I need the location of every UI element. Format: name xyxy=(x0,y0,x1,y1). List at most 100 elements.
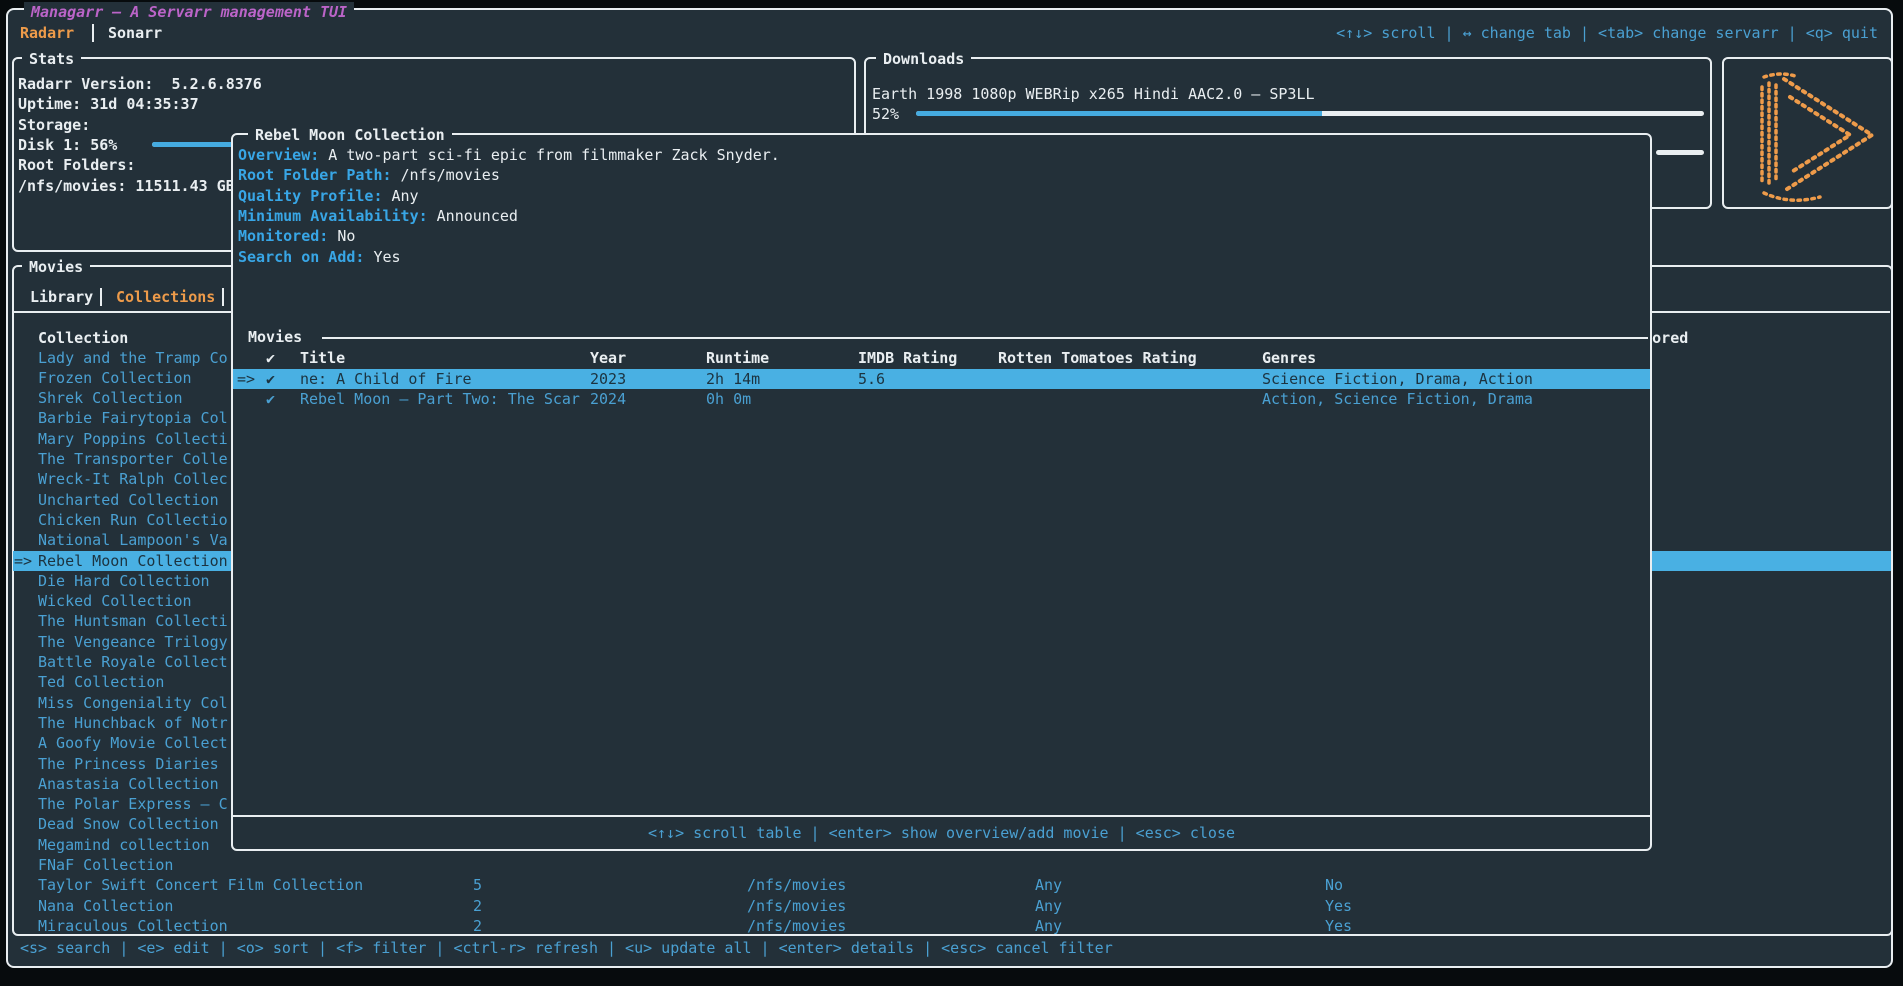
movie-cell: 5.6 xyxy=(858,369,885,389)
stats-storage-label: Storage: xyxy=(18,115,90,135)
modal-keybindings: <↑↓> scroll table | <enter> show overvie… xyxy=(233,823,1650,843)
monitored-value: No xyxy=(337,227,355,245)
modal-root-folder: Root Folder Path: /nfs/movies xyxy=(238,165,500,185)
collection-name: Chicken Run Collectio xyxy=(38,510,228,530)
collection-name: National Lampoon's Va xyxy=(38,530,228,550)
collection-name: Mary Poppins Collecti xyxy=(38,429,228,449)
collection-name: Barbie Fairytopia Col xyxy=(38,408,228,428)
collection-root-folder: /nfs/movies xyxy=(747,875,846,895)
tab-library[interactable]: Library xyxy=(30,287,93,307)
collection-row[interactable]: Nana Collection2/nfs/moviesAnyYes xyxy=(13,896,1891,916)
collection-quality-profile: Any xyxy=(1035,916,1062,936)
tab-collections[interactable]: Collections xyxy=(116,287,215,307)
bottom-keybindings: <s> search | <e> edit | <o> sort | <f> f… xyxy=(20,938,1113,958)
min-availability-value: Announced xyxy=(437,207,518,225)
collection-name: Battle Royale Collect xyxy=(38,652,228,672)
movies-table-rows: =>✔ne: A Child of Fire20232h 14m5.6Scien… xyxy=(233,369,1650,410)
movie-row[interactable]: =>✔ne: A Child of Fire20232h 14m5.6Scien… xyxy=(233,369,1650,389)
modal-movies-table-title: Movies xyxy=(248,327,302,347)
table-header-cell: IMDB Rating xyxy=(858,348,957,368)
collection-name: Dead Snow Collection xyxy=(38,814,219,834)
movies-table-header: ✔TitleYearRuntimeIMDB RatingRotten Tomat… xyxy=(233,348,1650,368)
stats-disk-label: Disk 1: 56% xyxy=(18,135,117,155)
logo-panel xyxy=(1722,57,1893,209)
collection-name: Shrek Collection xyxy=(38,388,183,408)
quality-label: Quality Profile: xyxy=(238,187,383,205)
collection-name: Lady and the Tramp Co xyxy=(38,348,228,368)
collection-quality-profile: Any xyxy=(1035,896,1062,916)
movie-cell: ✔ xyxy=(266,369,275,389)
overview-label: Overview: xyxy=(238,146,319,164)
table-header-cell: Rotten Tomatoes Rating xyxy=(998,348,1197,368)
collection-name: Miraculous Collection xyxy=(38,916,228,936)
root-folder-value: /nfs/movies xyxy=(401,166,500,184)
modal-quality-profile: Quality Profile: Any xyxy=(238,186,419,206)
collection-name: The Princess Diaries xyxy=(38,754,219,774)
collection-movie-count: 5 xyxy=(473,875,482,895)
collection-name: Uncharted Collection xyxy=(38,490,219,510)
tab-radarr[interactable]: Radarr xyxy=(20,23,74,43)
app-title: Managarr – A Servarr management TUI xyxy=(24,2,354,22)
movie-cell: 2h 14m xyxy=(706,369,760,389)
collection-root-folder: /nfs/movies xyxy=(747,896,846,916)
collection-flag: No xyxy=(1325,875,1343,895)
movie-cell: 0h 0m xyxy=(706,389,751,409)
collection-flag: Yes xyxy=(1325,916,1352,936)
collection-row[interactable]: FNaF Collection xyxy=(13,855,1891,875)
collection-name: Rebel Moon Collection xyxy=(38,551,228,571)
movie-cell: ✔ xyxy=(266,389,275,409)
tab-separator xyxy=(222,288,224,306)
collection-name: Wreck-It Ralph Collec xyxy=(38,469,228,489)
collection-name: Miss Congeniality Col xyxy=(38,693,228,713)
stats-root-folder-value: /nfs/movies: 11511.43 GB xyxy=(18,176,235,196)
download-progress-fill xyxy=(916,111,1322,116)
modal-search-on-add: Search on Add: Yes xyxy=(238,247,401,267)
table-header-cell: ✔ xyxy=(266,348,275,368)
collection-details-modal: Rebel Moon Collection Overview:A two-par… xyxy=(231,133,1652,851)
download-item-name: Earth 1998 1080p WEBRip x265 Hindi AAC2.… xyxy=(872,84,1315,104)
movie-cell: Action, Science Fiction, Drama xyxy=(1262,389,1533,409)
top-keybindings: <↑↓> scroll | ↔ change tab | <tab> chang… xyxy=(1336,23,1878,43)
monitored-label: Monitored: xyxy=(238,227,328,245)
collection-name: The Transporter Colle xyxy=(38,449,228,469)
collection-quality-profile: Any xyxy=(1035,875,1062,895)
tab-sonarr[interactable]: Sonarr xyxy=(108,23,162,43)
movie-cell: ne: A Child of Fire xyxy=(300,369,472,389)
collection-name: Wicked Collection xyxy=(38,591,192,611)
tab-separator xyxy=(92,24,94,42)
modal-monitored: Monitored: No xyxy=(238,226,355,246)
movie-row[interactable]: ✔Rebel Moon – Part Two: The Scar20240h 0… xyxy=(233,389,1650,409)
radarr-logo-icon xyxy=(1724,59,1891,207)
modal-min-availability: Minimum Availability:Announced xyxy=(238,206,518,226)
download-progress-fragment xyxy=(1656,150,1704,155)
stats-uptime: Uptime: 31d 04:35:37 xyxy=(18,94,199,114)
collection-row[interactable]: Miraculous Collection2/nfs/moviesAnyYes xyxy=(13,916,1891,936)
collection-name: The Polar Express – C xyxy=(38,794,228,814)
collection-name: The Vengeance Trilogy xyxy=(38,632,228,652)
overview-value: A two-part sci-fi epic from filmmaker Za… xyxy=(328,146,780,164)
collection-row[interactable]: Taylor Swift Concert Film Collection 5/nf… xyxy=(13,875,1891,895)
movie-cell: 2023 xyxy=(590,369,626,389)
modal-title: Rebel Moon Collection xyxy=(248,125,452,145)
tab-separator xyxy=(100,288,102,306)
collection-name: Megamind collection xyxy=(38,835,210,855)
collection-movie-count: 2 xyxy=(473,896,482,916)
movies-panel-title: Movies xyxy=(22,257,90,277)
stats-panel-title: Stats xyxy=(22,49,81,69)
collection-name: The Huntsman Collecti xyxy=(38,611,228,631)
movie-cell: 2024 xyxy=(590,389,626,409)
download-progress-label: 52% xyxy=(872,104,899,124)
downloads-panel-title: Downloads xyxy=(876,49,971,69)
search-on-add-label: Search on Add: xyxy=(238,248,364,266)
collection-root-folder: /nfs/movies xyxy=(747,916,846,936)
collection-name: Taylor Swift Concert Film Collection xyxy=(38,875,363,895)
download-progress-bar xyxy=(916,111,1704,116)
movie-cell: Science Fiction, Drama, Action xyxy=(1262,369,1533,389)
collection-name: Frozen Collection xyxy=(38,368,192,388)
modal-footer-separator xyxy=(233,815,1650,817)
collection-column-header: Collection xyxy=(38,328,128,348)
search-on-add-value: Yes xyxy=(373,248,400,266)
root-folder-label: Root Folder Path: xyxy=(238,166,392,184)
quality-value: Any xyxy=(392,187,419,205)
selection-arrow: => xyxy=(14,551,32,571)
